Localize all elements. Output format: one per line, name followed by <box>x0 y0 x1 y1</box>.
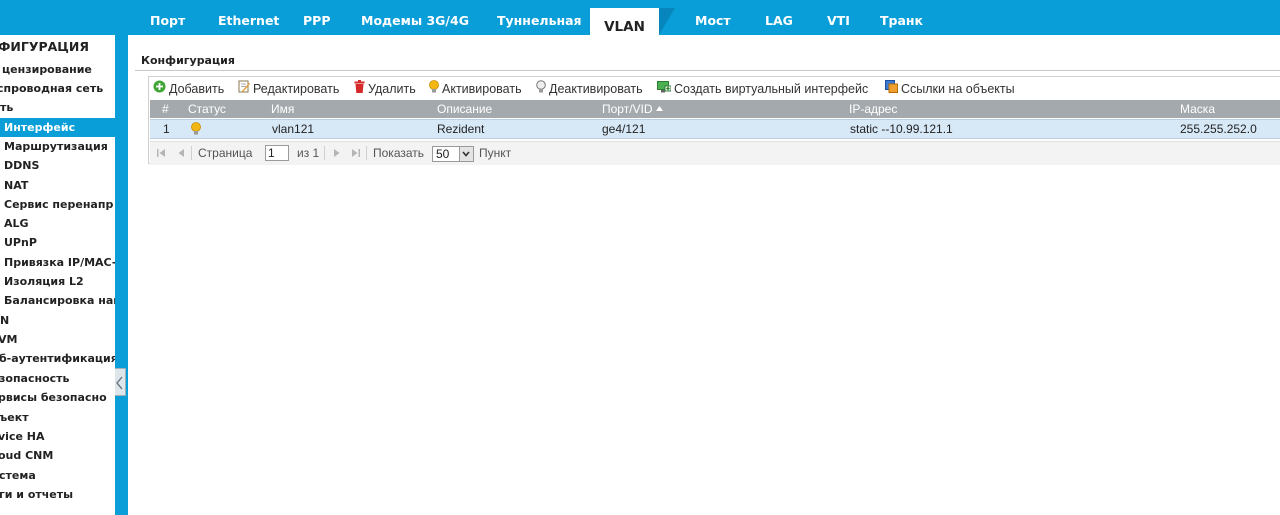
tab-ethernet[interactable]: Ethernet <box>218 0 279 35</box>
sidebar-item-bwm[interactable]: VM <box>0 330 17 349</box>
active-tab-wedge <box>659 8 675 35</box>
delete-label: Удалить <box>368 82 416 96</box>
sidebar-item-security-services[interactable]: рвисы безопасно <box>0 388 107 407</box>
sidebar-item-device-ha[interactable]: vice HA <box>0 427 44 446</box>
next-page-icon[interactable] <box>332 148 342 158</box>
sidebar-item-upnp[interactable]: UPnP <box>4 233 37 252</box>
page-size-value: 50 <box>436 147 450 161</box>
activate-button[interactable]: Активировать <box>429 79 522 98</box>
bulb-on-icon <box>429 79 439 98</box>
sidebar-header-configuration[interactable]: ФИГУРАЦИЯ <box>0 37 89 56</box>
sidebar-item-interface[interactable]: Интерфейс <box>0 118 115 137</box>
tab-lag[interactable]: LAG <box>765 0 793 35</box>
items-label: Пункт <box>479 146 512 160</box>
virtual-interface-icon <box>657 80 672 98</box>
column-header-port-vid[interactable]: Порт/VID <box>602 100 663 118</box>
sidebar-item-ip-mac-binding[interactable]: Привязка IP/MAC-а <box>4 253 115 272</box>
row-name: vlan121 <box>272 122 315 136</box>
sidebar: ФИГУРАЦИЯ цензирование спроводная сеть т… <box>0 35 115 515</box>
row-description: Rezident <box>437 122 485 136</box>
sidebar-item-web-auth[interactable]: б-аутентификация <box>0 349 115 368</box>
delete-button[interactable]: Удалить <box>354 79 416 98</box>
column-header-description[interactable]: Описание <box>437 100 492 118</box>
object-references-button[interactable]: Ссылки на объекты <box>885 79 1015 98</box>
pager-separator <box>324 146 325 160</box>
tab-modems-3g-4g[interactable]: Модемы 3G/4G <box>361 0 469 35</box>
section-title: Конфигурация <box>141 54 235 67</box>
sidebar-item-l2-isolation[interactable]: Изоляция L2 <box>4 272 84 291</box>
sidebar-item-vpn[interactable]: N <box>0 311 9 330</box>
bulb-off-icon <box>536 79 546 98</box>
sidebar-item-logs-reports[interactable]: ги и отчеты <box>0 485 73 504</box>
tab-ppp[interactable]: PPP <box>303 0 330 35</box>
sidebar-item-redirect-service[interactable]: Сервис перенапр <box>4 195 113 214</box>
chevron-left-icon <box>116 376 123 390</box>
tab-port[interactable]: Порт <box>150 0 185 35</box>
object-references-icon <box>885 79 898 98</box>
table-header: # Статус Имя Описание Порт/VID IP-адрес … <box>150 100 1280 118</box>
trash-icon <box>354 79 365 98</box>
add-label: Добавить <box>169 82 225 96</box>
deactivate-button[interactable]: Деактивировать <box>536 79 643 98</box>
column-header-name[interactable]: Имя <box>271 100 294 118</box>
add-icon <box>153 80 166 98</box>
column-header-mask[interactable]: Маска <box>1180 100 1215 118</box>
collapse-sidebar-handle[interactable] <box>115 368 126 396</box>
page-number-input[interactable] <box>265 145 289 161</box>
section-divider <box>135 70 1280 71</box>
tab-vlan[interactable]: VLAN <box>590 8 659 35</box>
tab-vti[interactable]: VTI <box>827 0 850 35</box>
sort-ascending-icon <box>655 106 663 112</box>
row-port-vid: ge4/121 <box>602 122 646 136</box>
deactivate-label: Деактивировать <box>549 82 643 96</box>
row-mask: 255.255.252.0 <box>1180 122 1257 136</box>
table-row[interactable]: 1 vlan121 Rezident ge4/121 static --10.9… <box>150 119 1280 139</box>
edit-button[interactable]: Редактировать <box>238 80 339 98</box>
create-virtual-interface-label: Создать виртуальный интерфейс <box>674 82 869 96</box>
object-references-label: Ссылки на объекты <box>901 82 1015 96</box>
add-button[interactable]: Добавить <box>153 80 224 98</box>
sidebar-item-cloud-cnm[interactable]: oud CNM <box>0 446 53 465</box>
prev-page-icon[interactable] <box>176 148 186 158</box>
sidebar-item-licensing[interactable]: цензирование <box>2 60 92 79</box>
tab-bridge[interactable]: Мост <box>695 0 731 35</box>
edit-label: Редактировать <box>253 82 340 96</box>
sidebar-item-load-balancing[interactable]: Балансировка наг <box>4 291 115 310</box>
sidebar-item-nat[interactable]: NAT <box>4 176 28 195</box>
create-virtual-interface-button[interactable]: Создать виртуальный интерфейс <box>657 80 868 98</box>
page-label: Страница <box>198 146 253 160</box>
sidebar-item-system[interactable]: стема <box>0 466 36 485</box>
column-header-status[interactable]: Статус <box>188 100 226 118</box>
tab-trunk[interactable]: Транк <box>880 0 923 35</box>
page-size-select[interactable]: 50 <box>432 146 474 162</box>
sidebar-item-network[interactable]: ть <box>0 98 13 117</box>
first-page-icon[interactable] <box>156 148 166 158</box>
port-vid-header-label: Порт/VID <box>602 102 653 116</box>
pagination-bar: Страница из 1 Показать 50 Пункт <box>150 141 1280 165</box>
sidebar-item-wireless[interactable]: спроводная сеть <box>0 79 103 98</box>
tab-tunnel[interactable]: Туннельная <box>497 0 582 35</box>
edit-icon <box>238 80 250 98</box>
sidebar-item-object[interactable]: ъект <box>0 408 29 427</box>
sidebar-divider <box>115 35 128 515</box>
column-header-num[interactable]: # <box>162 100 169 118</box>
sidebar-item-alg[interactable]: ALG <box>4 214 29 233</box>
last-page-icon[interactable] <box>351 148 361 158</box>
page-count-label: из 1 <box>297 146 320 160</box>
sidebar-item-routing[interactable]: Маршрутизация <box>4 137 108 156</box>
pager-separator <box>191 146 192 160</box>
bulb-on-icon <box>191 122 201 140</box>
row-num: 1 <box>163 122 170 136</box>
sidebar-item-ddns[interactable]: DDNS <box>4 156 39 175</box>
pager-separator <box>366 146 367 160</box>
column-header-ip[interactable]: IP-адрес <box>849 100 897 118</box>
sidebar-item-security[interactable]: зопасность <box>0 369 70 388</box>
activate-label: Активировать <box>442 82 522 96</box>
row-ip: static --10.99.121.1 <box>850 122 953 136</box>
show-label: Показать <box>373 146 425 160</box>
chevron-down-icon <box>459 147 473 161</box>
